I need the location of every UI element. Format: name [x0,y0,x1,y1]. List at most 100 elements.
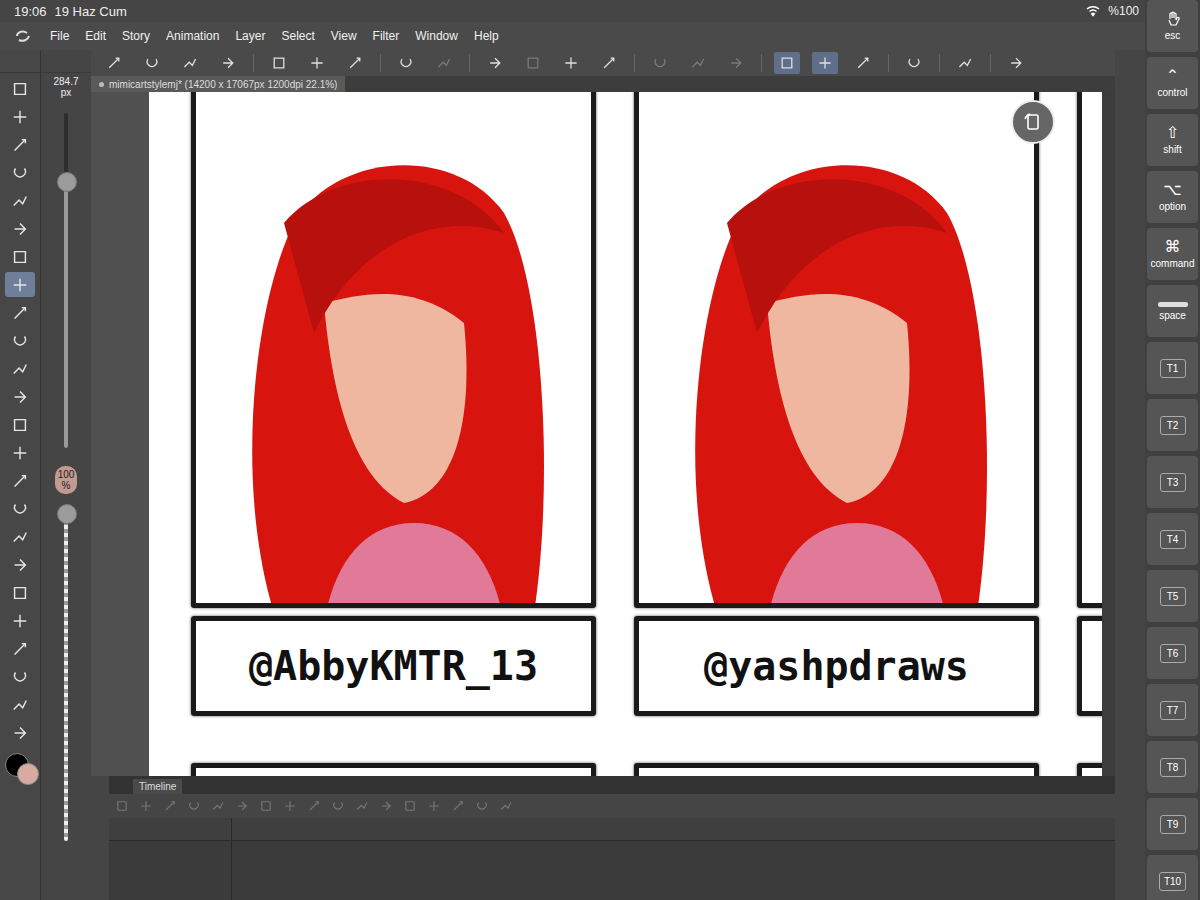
timeline-tool-icon[interactable] [211,799,225,813]
command-button[interactable] [812,52,838,74]
color-swatches[interactable] [3,751,37,785]
document-tab[interactable]: mimicartstylemj* (14200 x 17067px 1200dp… [91,76,345,92]
tool-button[interactable] [5,608,35,633]
tool-button[interactable] [5,552,35,577]
command-button[interactable] [685,52,711,74]
brush-size-knob[interactable] [57,172,77,192]
tool-button[interactable] [5,244,35,269]
command-button[interactable] [342,52,368,74]
menu-item[interactable]: Help [474,29,499,43]
modifier-key[interactable]: T10 [1147,855,1198,900]
tool-button[interactable] [5,412,35,437]
tool-button[interactable] [5,720,35,745]
timeline-tool-icon[interactable] [451,799,465,813]
modifier-key[interactable]: T9 [1147,798,1198,850]
menu-item[interactable]: Window [415,29,458,43]
modifier-key[interactable]: ⌥ option [1147,171,1198,223]
command-button[interactable] [431,52,457,74]
modifier-key[interactable]: T4 [1147,513,1198,565]
timeline-tool-icon[interactable] [163,799,177,813]
timeline-tool-icon[interactable] [499,799,513,813]
tool-button[interactable] [5,468,35,493]
modifier-key[interactable]: ⇧ shift [1147,114,1198,166]
app-logo-icon[interactable] [14,28,32,44]
command-button[interactable] [723,52,749,74]
command-button[interactable] [139,52,165,74]
modifier-key[interactable]: ⌃ control [1147,57,1198,109]
tool-button[interactable] [5,580,35,605]
command-button[interactable] [266,52,292,74]
command-button[interactable] [520,52,546,74]
rotate-button[interactable] [1011,100,1055,144]
canvas[interactable]: @AbbyKMTR_13 @yashpdraws [149,92,1102,776]
tool-button[interactable] [5,664,35,689]
tool-button[interactable] [5,356,35,381]
timeline-tool-icon[interactable] [379,799,393,813]
command-button[interactable] [850,52,876,74]
tool-button[interactable] [5,160,35,185]
modifier-key[interactable]: T3 [1147,456,1198,508]
command-button[interactable] [177,52,203,74]
command-button[interactable] [393,52,419,74]
command-button[interactable] [215,52,241,74]
brush-size-slider[interactable] [64,113,68,448]
command-button[interactable] [774,52,800,74]
command-button[interactable] [101,52,127,74]
tool-button[interactable] [5,76,35,101]
timeline-tool-icon[interactable] [307,799,321,813]
timeline-tool-icon[interactable] [187,799,201,813]
modifier-key[interactable]: T1 [1147,342,1198,394]
tool-button[interactable] [5,188,35,213]
command-button[interactable] [647,52,673,74]
timeline-tool-icon[interactable] [235,799,249,813]
timeline-tool-icon[interactable] [355,799,369,813]
canvas-scroll-bar[interactable] [1102,92,1115,776]
modifier-key[interactable]: T7 [1147,684,1198,736]
tool-button[interactable] [5,524,35,549]
tool-button[interactable] [5,216,35,241]
tool-button[interactable] [5,104,35,129]
menu-item[interactable]: Layer [235,29,265,43]
modifier-key[interactable]: esc [1147,0,1198,52]
command-button[interactable] [901,52,927,74]
opacity-slider[interactable] [64,506,68,841]
tool-button[interactable] [5,272,35,297]
command-button[interactable] [952,52,978,74]
timeline-tool-icon[interactable] [115,799,129,813]
menu-item[interactable]: Animation [166,29,219,43]
modifier-key[interactable]: space [1147,285,1198,337]
menu-item[interactable]: File [50,29,69,43]
timeline-tool-icon[interactable] [259,799,273,813]
opacity-knob[interactable] [57,504,77,524]
timeline-tool-icon[interactable] [427,799,441,813]
menu-item[interactable]: Select [281,29,314,43]
menu-item[interactable]: Edit [85,29,106,43]
timeline-tool-icon[interactable] [331,799,345,813]
modifier-key[interactable]: T6 [1147,627,1198,679]
menu-item[interactable]: Filter [373,29,400,43]
timeline-tool-icon[interactable] [475,799,489,813]
tool-button[interactable] [5,132,35,157]
timeline-tool-icon[interactable] [403,799,417,813]
tool-button[interactable] [5,496,35,521]
modifier-key[interactable]: T2 [1147,399,1198,451]
tool-button[interactable] [5,328,35,353]
timeline-tool-icon[interactable] [139,799,153,813]
tool-button[interactable] [5,384,35,409]
timeline-tool-icon[interactable] [283,799,297,813]
modifier-key[interactable]: T8 [1147,741,1198,793]
modifier-key[interactable]: T5 [1147,570,1198,622]
tool-button[interactable] [5,692,35,717]
command-button[interactable] [558,52,584,74]
tool-button[interactable] [5,440,35,465]
tool-button[interactable] [5,300,35,325]
command-button[interactable] [1003,52,1029,74]
command-button[interactable] [596,52,622,74]
timeline-tab[interactable]: Timeline [133,779,182,794]
command-button[interactable] [482,52,508,74]
menu-item[interactable]: View [331,29,357,43]
tool-button[interactable] [5,636,35,661]
sub-color[interactable] [17,763,39,785]
modifier-key[interactable]: ⌘ command [1147,228,1198,280]
menu-item[interactable]: Story [122,29,150,43]
